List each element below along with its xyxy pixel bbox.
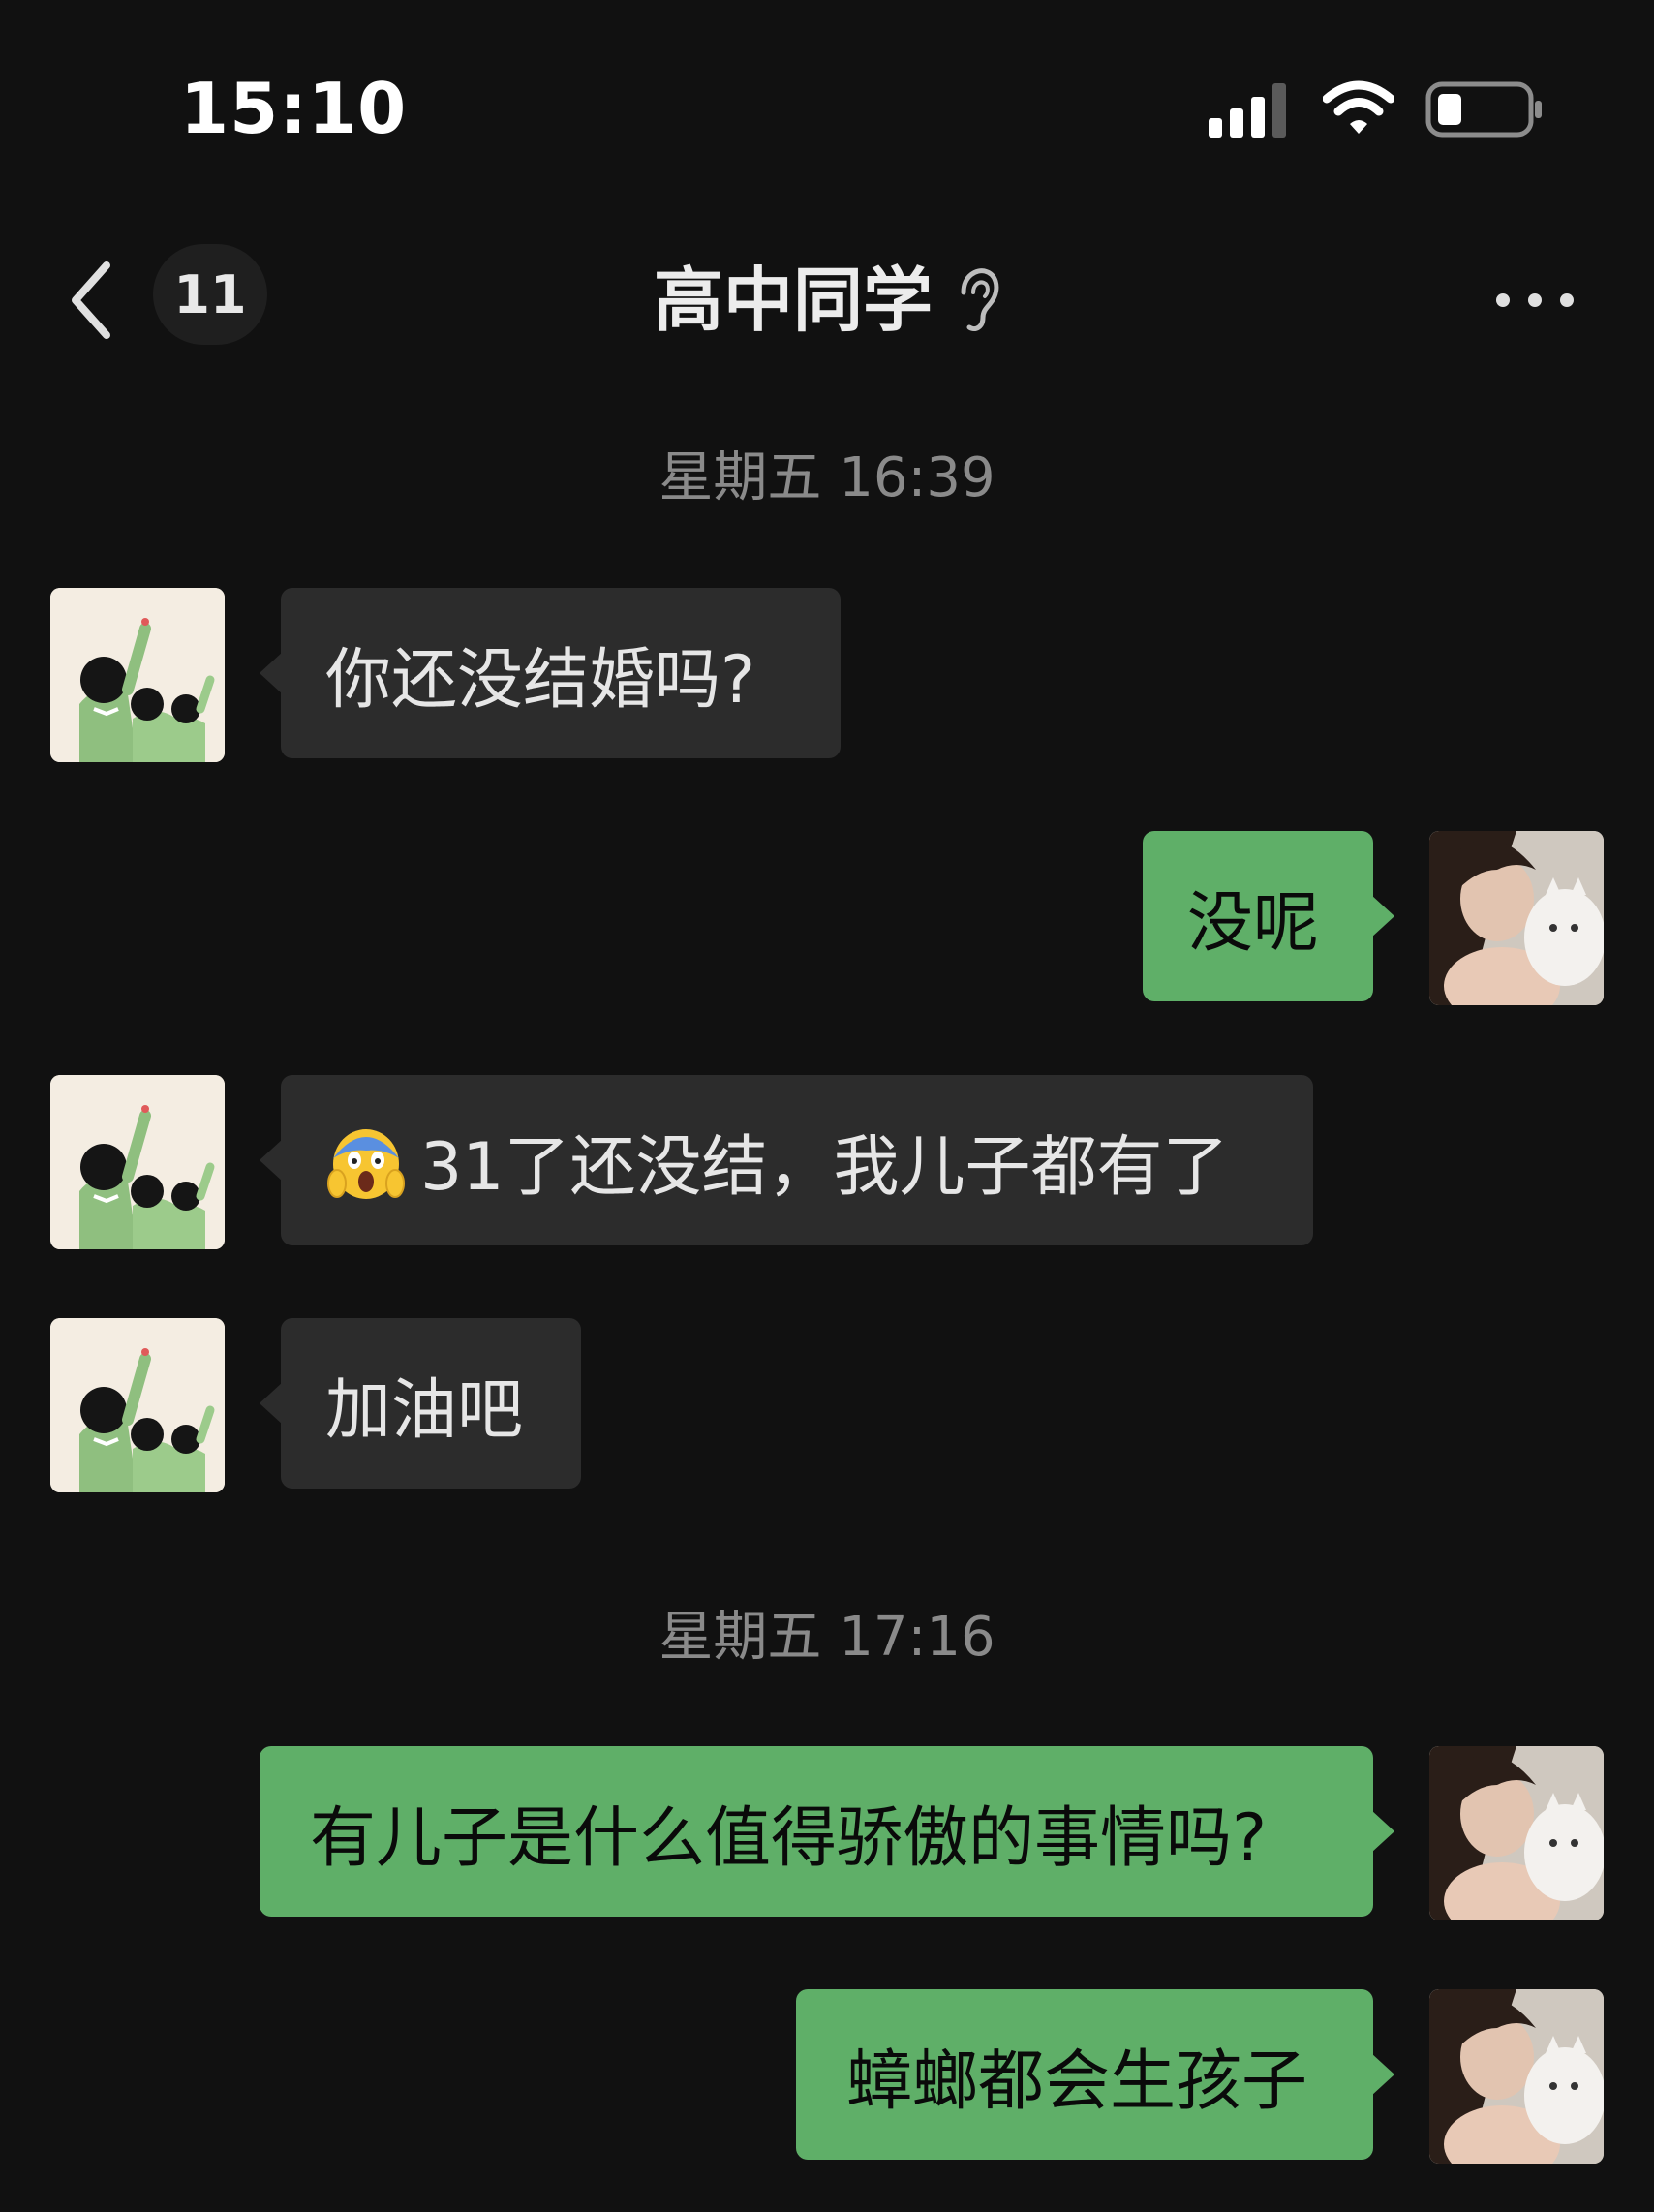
self-avatar-photo [1429,1746,1604,1920]
more-icon[interactable] [1491,281,1578,320]
status-bar: 15:10 [0,0,1654,194]
message-bubble-outgoing[interactable]: 有儿子是什么值得骄傲的事情吗? [260,1746,1394,1917]
contact-avatar-illustration [50,588,225,762]
self-avatar-photo [1429,1989,1604,2164]
message-text: 没呢 [1187,884,1320,962]
message-bubble-incoming[interactable]: 加油吧 [260,1318,581,1489]
chat-title[interactable]: 高中同学 [0,252,1654,349]
avatar-self[interactable] [1429,831,1604,1005]
avatar-contact[interactable] [50,1075,225,1249]
contact-avatar-illustration [50,1318,225,1492]
message-text: 有儿子是什么值得骄傲的事情吗? [310,1799,1268,1877]
chat-title-text: 高中同学 [653,260,933,341]
message-text: 你还没结婚吗? [325,641,756,719]
avatar-contact[interactable] [50,1318,225,1492]
signal-icon [1209,83,1286,138]
message-bubble-incoming[interactable]: 你还没结婚吗? [260,588,841,758]
message-text: 蟑螂都会生孩子 [846,2043,1308,2120]
wifi-icon [1323,80,1394,134]
battery-icon [1425,81,1542,138]
avatar-self[interactable] [1429,1746,1604,1920]
chat-header: 11 高中同学 [0,213,1654,387]
contact-avatar-illustration [50,1075,225,1249]
avatar-self[interactable] [1429,1989,1604,2164]
self-avatar-photo [1429,831,1604,1005]
timestamp: 星期五 17:16 [659,1606,995,1669]
message-bubble-incoming[interactable]: 31了还没结，我儿子都有了 [260,1075,1313,1245]
avatar-contact[interactable] [50,588,225,762]
status-time: 15:10 [180,68,408,149]
message-bubble-outgoing[interactable]: 没呢 [1143,831,1394,1001]
message-bubble-outgoing[interactable]: 蟑螂都会生孩子 [796,1989,1394,2160]
timestamp: 星期五 16:39 [659,446,995,509]
message-text: 31了还没结，我儿子都有了 [420,1128,1229,1206]
ear-icon [961,268,999,332]
scream-emoji-icon [327,1129,405,1199]
message-text: 加油吧 [325,1371,524,1449]
